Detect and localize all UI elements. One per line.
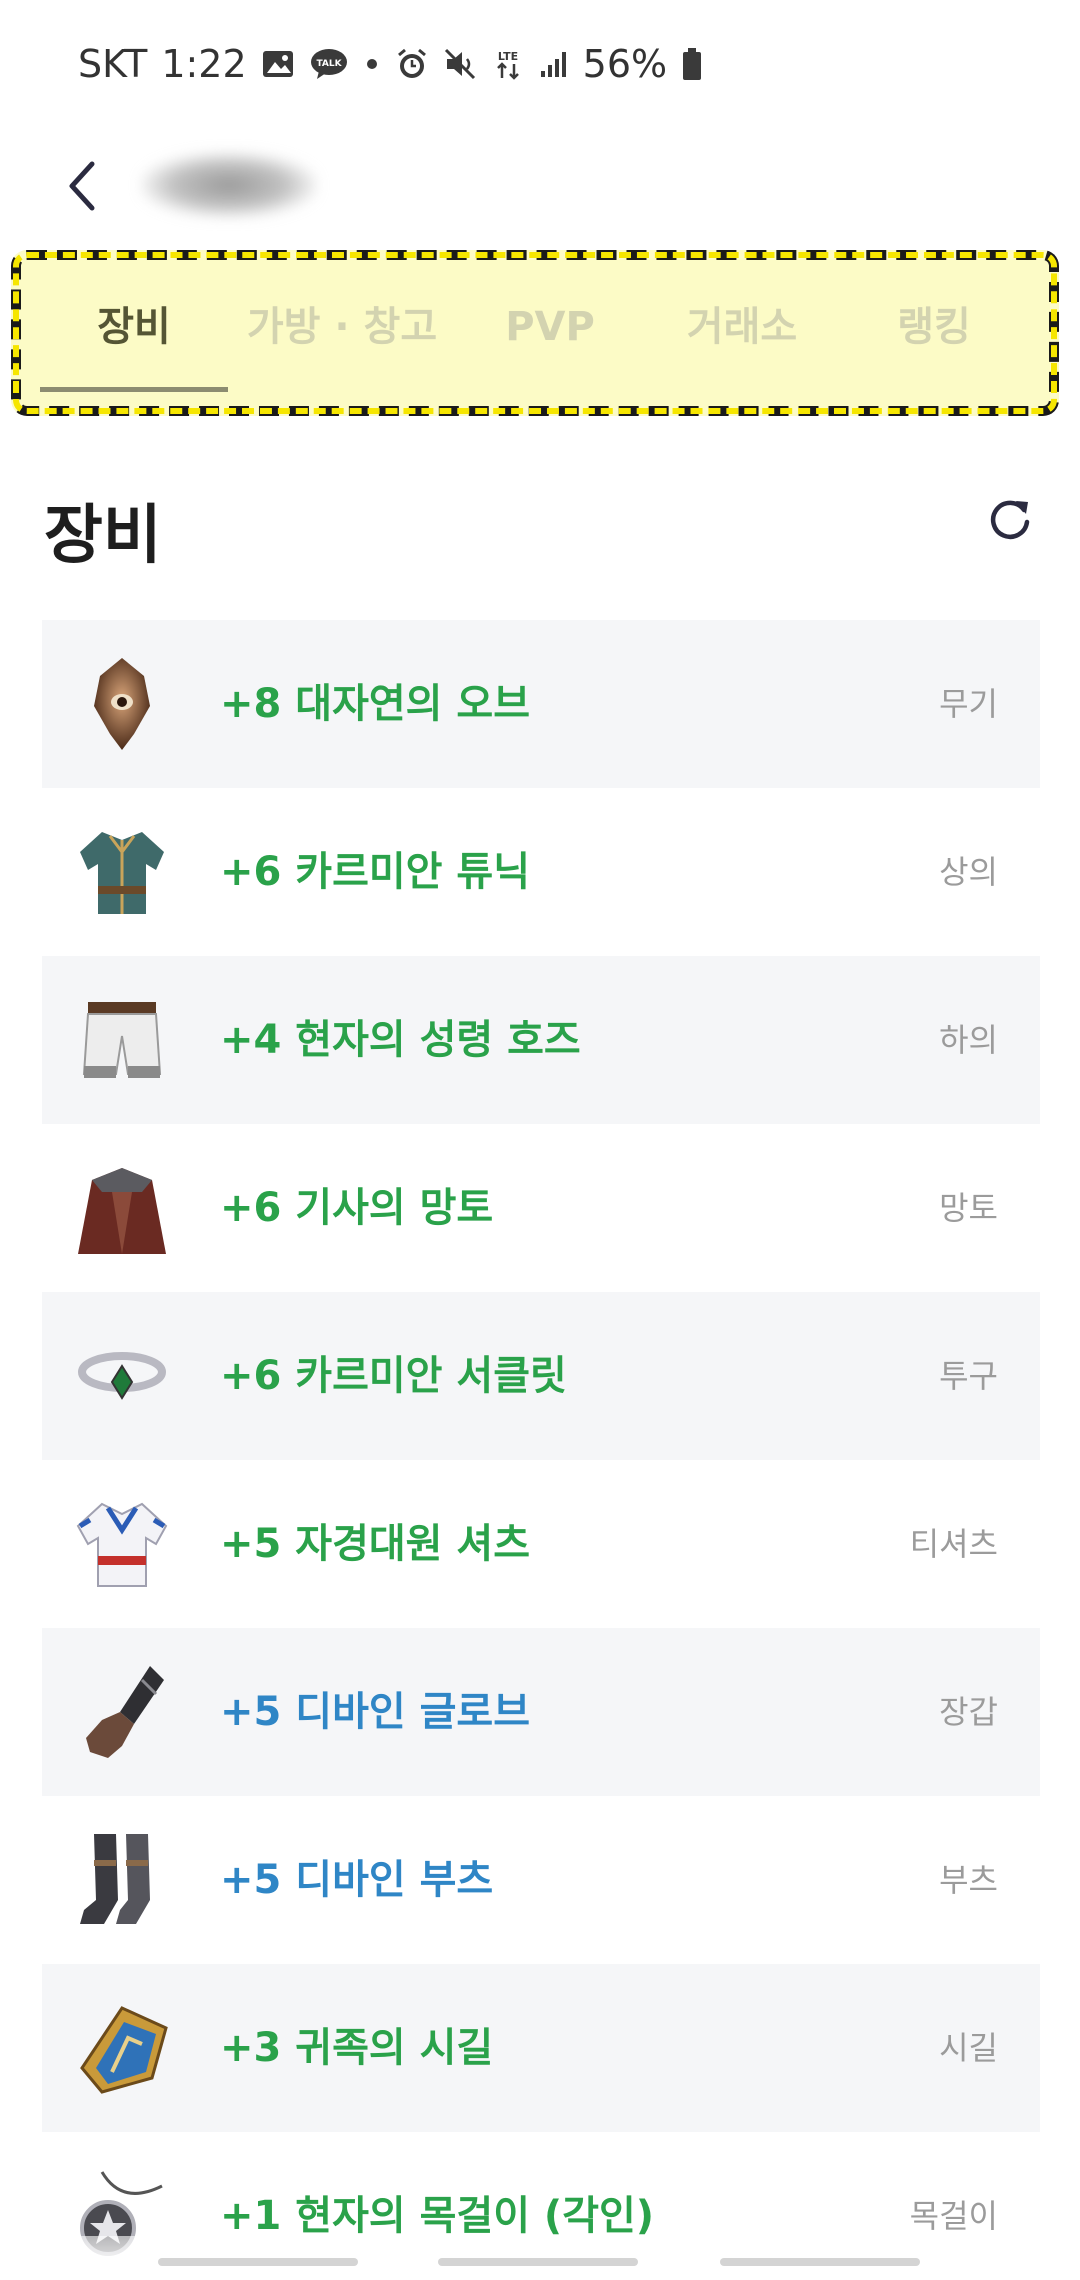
glove-icon xyxy=(72,1662,172,1762)
list-item[interactable]: +5 자경대원 셔츠 티셔츠 xyxy=(42,1460,1040,1628)
item-slot: 시길 xyxy=(939,2029,998,2067)
tab-label: 랭킹 xyxy=(897,304,971,350)
tab-label: PVP xyxy=(505,304,595,350)
item-name: +5 디바인 글로브 xyxy=(220,1689,530,1735)
tab-pvp[interactable]: PVP xyxy=(456,262,644,392)
back-button[interactable] xyxy=(44,148,120,224)
gesture-hint xyxy=(720,2258,920,2266)
active-tab-indicator xyxy=(40,387,228,392)
item-slot: 투구 xyxy=(939,1357,998,1395)
talk-icon: TALK xyxy=(309,47,349,81)
dot-icon xyxy=(363,55,381,73)
app-bar xyxy=(0,128,1080,244)
shirt-icon xyxy=(72,1494,172,1594)
boots-icon xyxy=(72,1830,172,1930)
list-item[interactable]: +5 디바인 글로브 장갑 xyxy=(42,1628,1040,1796)
tab-exchange[interactable]: 거래소 xyxy=(644,262,840,392)
item-name: +8 대자연의 오브 xyxy=(220,681,530,727)
item-name: +6 카르미안 튜닉 xyxy=(220,849,530,895)
screen: SKT 1:22 TALK LTE 56% 장비 가방 · 창고 PVP 거래소… xyxy=(0,0,1080,2280)
orb-icon xyxy=(72,654,172,754)
signal-icon xyxy=(539,49,569,79)
tunic-icon xyxy=(72,822,172,922)
gesture-hint xyxy=(438,2258,638,2266)
list-item[interactable]: +6 카르미안 서클릿 투구 xyxy=(42,1292,1040,1460)
refresh-icon xyxy=(990,500,1030,540)
battery-label: 56% xyxy=(582,42,668,86)
list-item[interactable]: +6 카르미안 튜닉 상의 xyxy=(42,788,1040,956)
equipment-list: +8 대자연의 오브 무기 +6 카르미안 튜닉 상의 +4 현자의 성령 호즈… xyxy=(42,620,1040,2280)
list-item[interactable]: +5 디바인 부츠 부츠 xyxy=(42,1796,1040,1964)
list-item[interactable]: +4 현자의 성령 호즈 하의 xyxy=(42,956,1040,1124)
tab-bag-storage[interactable]: 가방 · 창고 xyxy=(228,262,456,392)
lte-icon: LTE xyxy=(491,47,525,81)
list-item[interactable]: +6 기사의 망토 망토 xyxy=(42,1124,1040,1292)
status-bar: SKT 1:22 TALK LTE 56% xyxy=(0,0,1080,128)
list-item[interactable]: +8 대자연의 오브 무기 xyxy=(42,620,1040,788)
item-name: +4 현자의 성령 호즈 xyxy=(220,1017,581,1063)
time-label: 1:22 xyxy=(161,42,247,86)
sigil-icon xyxy=(72,1998,172,2098)
item-slot: 티셔츠 xyxy=(909,1525,998,1563)
battery-icon xyxy=(681,46,703,82)
svg-text:TALK: TALK xyxy=(316,59,342,69)
section-title: 장비 xyxy=(44,499,162,573)
item-slot: 상의 xyxy=(939,853,998,891)
circlet-icon xyxy=(72,1326,172,1426)
carrier-label: SKT xyxy=(78,42,148,86)
image-icon xyxy=(261,49,295,79)
item-name: +5 디바인 부츠 xyxy=(220,1857,494,1903)
tab-label: 거래소 xyxy=(686,304,798,350)
list-item[interactable]: +3 귀족의 시길 시길 xyxy=(42,1964,1040,2132)
item-slot: 무기 xyxy=(939,685,998,723)
bottom-gesture-bar xyxy=(0,2236,1080,2280)
pants-icon xyxy=(72,990,172,1090)
item-slot: 망토 xyxy=(939,1189,998,1227)
item-name: +3 귀족의 시길 xyxy=(220,2025,494,2071)
gesture-hint xyxy=(158,2258,358,2266)
item-slot: 하의 xyxy=(939,1021,998,1059)
refresh-button[interactable] xyxy=(978,488,1042,552)
mute-icon xyxy=(443,47,477,81)
alarm-icon xyxy=(395,47,429,81)
item-name: +6 기사의 망토 xyxy=(220,1185,494,1231)
item-name: +5 자경대원 셔츠 xyxy=(220,1521,530,1567)
tab-ranking[interactable]: 랭킹 xyxy=(840,262,1028,392)
tab-label: 장비 xyxy=(97,304,171,350)
cloak-icon xyxy=(72,1158,172,1258)
item-slot: 장갑 xyxy=(939,1693,998,1731)
blurred-character-name xyxy=(140,152,318,218)
svg-text:LTE: LTE xyxy=(498,50,518,63)
tab-label: 가방 · 창고 xyxy=(246,304,438,350)
tab-bar: 장비 가방 · 창고 PVP 거래소 랭킹 xyxy=(40,262,1040,392)
tab-equipment[interactable]: 장비 xyxy=(40,262,228,392)
item-name: +6 카르미안 서클릿 xyxy=(220,1353,567,1399)
chevron-left-icon xyxy=(69,161,95,211)
item-slot: 부츠 xyxy=(939,1861,998,1899)
